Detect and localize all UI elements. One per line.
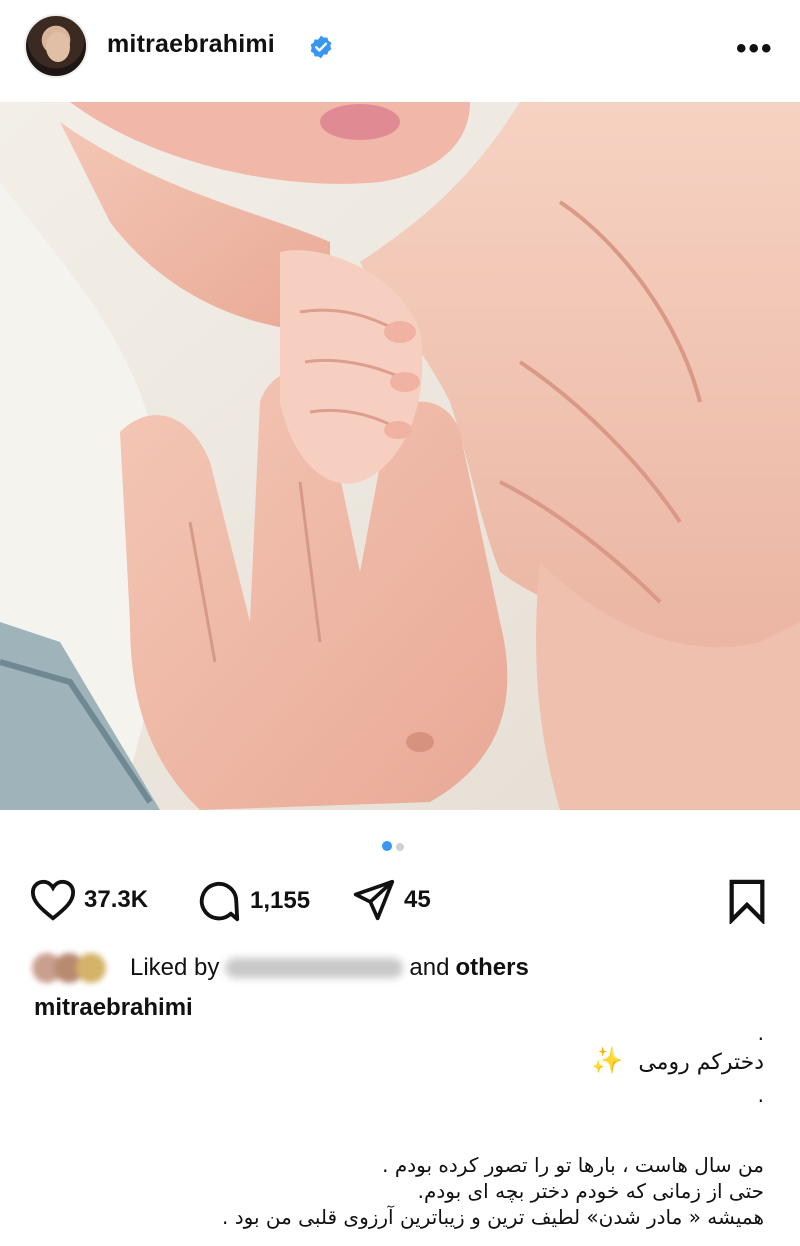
carousel-dot bbox=[396, 843, 404, 851]
liked-by-and: and bbox=[409, 954, 450, 981]
carousel-dot-active bbox=[382, 841, 392, 851]
caption-dot: . bbox=[757, 1021, 764, 1045]
caption-title: دخترکم رومی bbox=[638, 1050, 764, 1075]
liked-by-row: Liked by and others bbox=[32, 950, 529, 986]
more-options-icon[interactable]: ••• bbox=[736, 34, 774, 64]
liker-name-blurred[interactable] bbox=[225, 958, 404, 978]
caption-title-line: دخترکم رومی ✨ bbox=[4, 1042, 764, 1082]
post-image[interactable] bbox=[0, 102, 800, 810]
caption-line: حتی از زمانی که خودم دختر بچه ای بودم. bbox=[417, 1179, 764, 1203]
caption-dot: . bbox=[757, 1083, 764, 1107]
caption-line: همیشه « مادر شدن» لطیف ترین و زیباترین آ… bbox=[222, 1205, 764, 1229]
caption-line: من سال هاست ، بارها تو را تصور کرده بودم… bbox=[382, 1153, 764, 1177]
verified-badge-icon bbox=[310, 35, 332, 59]
bookmark-icon[interactable] bbox=[726, 878, 768, 924]
like-button[interactable]: 37.3K bbox=[30, 878, 148, 922]
liker-avatars[interactable] bbox=[32, 951, 122, 985]
username[interactable]: mitraebrahimi bbox=[107, 30, 275, 59]
like-count: 37.3K bbox=[84, 886, 149, 913]
liked-by-prefix: Liked by bbox=[130, 954, 220, 981]
share-count: 45 bbox=[404, 886, 431, 913]
post-header: mitraebrahimi ••• bbox=[0, 0, 800, 100]
sparkles-icon: ✨ bbox=[590, 1046, 624, 1076]
comment-icon bbox=[199, 881, 240, 922]
carousel-indicator bbox=[382, 838, 410, 851]
share-button[interactable]: 45 bbox=[352, 878, 431, 922]
heart-icon bbox=[30, 879, 76, 921]
action-bar: 37.3K 1,155 45 bbox=[0, 870, 800, 928]
avatar[interactable] bbox=[24, 14, 88, 78]
paper-plane-icon bbox=[353, 879, 395, 921]
liked-by-others[interactable]: others bbox=[455, 954, 528, 982]
caption-username[interactable]: mitraebrahimi bbox=[34, 994, 193, 1022]
comment-button[interactable]: 1,155 bbox=[196, 878, 310, 924]
comment-count: 1,155 bbox=[250, 887, 311, 914]
caption-text: . دخترکم رومی ✨ . من سال هاست ، بارها تو… bbox=[4, 1020, 764, 1230]
